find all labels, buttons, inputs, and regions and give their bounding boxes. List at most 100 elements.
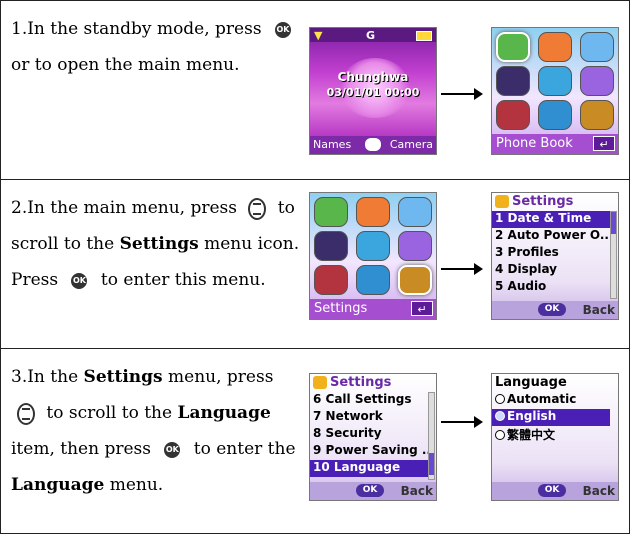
camera-icon[interactable] [538,66,572,96]
list-item[interactable]: 2 Auto Power O... [492,228,610,245]
language-option-label: 繁體中文 [507,428,556,442]
messages-icon[interactable] [356,197,390,227]
list-softbar: OK Back [310,482,436,500]
scrollbar-thumb[interactable] [429,453,434,475]
step-2-text-d: to enter this menu. [95,270,266,290]
arrow-icon [441,263,483,275]
list-item[interactable]: 9 Power Saving ... [310,443,428,460]
scrollbar[interactable] [428,392,435,480]
list-item[interactable]: 10 Language [310,460,428,477]
step-1-text-b: or to open the main menu. [11,55,240,75]
list-item[interactable]: 4 Display [492,262,610,279]
settings-icon [313,376,327,389]
main-menu-screen: Phone Book ↵ [491,27,619,155]
language-title: Language [495,375,567,390]
date-time: 03/01/01 00:00 [326,86,420,99]
phone-book-icon[interactable] [496,32,530,62]
step-1-text-a: 1.In the standby mode, press [11,19,267,39]
operator-name: Chunghwa [337,70,409,84]
softkey-camera[interactable]: Camera [390,138,433,151]
list-item[interactable]: 7 Network [310,409,428,426]
back-softkey[interactable]: Back [583,484,615,498]
step-3-bold-3: Language [11,475,105,495]
language-screen: Language Automatic English 繁體中文 OK Back [491,373,619,501]
radio-selected-icon [495,411,505,421]
settings-title: Settings [512,194,574,209]
list-item[interactable]: 3 Profiles [492,245,610,262]
step-3-text-c: to scroll to the [41,403,178,423]
nav-key-icon [17,402,35,425]
toolbox-icon[interactable] [496,100,530,130]
scrollbar-thumb[interactable] [611,212,616,234]
scrollbar[interactable] [610,211,617,299]
radio-icon [495,394,505,404]
menu-softbar: Phone Book ↵ [492,134,618,154]
settings-list-screen: Settings 1 Date & Time 2 Auto Power O...… [491,192,619,320]
internet-icon[interactable] [538,100,572,130]
step-3-text-b: menu, press [162,367,274,387]
settings-list-screen-2: Settings 6 Call Settings 7 Network 8 Sec… [309,373,437,501]
standby-screen: ▼ G Chunghwa 03/01/01 00:00 Names Camera [309,27,437,155]
menu-key-icon[interactable] [365,138,381,151]
step-3-bold-2: Language [177,403,271,423]
step-2-bold: Settings [119,234,199,254]
language-option[interactable]: English [492,409,610,426]
back-softkey[interactable]: Back [583,303,615,317]
step-2-text: 2.In the main menu, press to scroll to t… [11,190,301,298]
nav-key-icon [248,197,267,220]
ok-softkey[interactable]: OK [356,484,384,497]
language-option[interactable]: Automatic [492,392,610,409]
step-3-bold-1: Settings [83,367,163,387]
step-2-text-a: 2.In the main menu, press [11,198,243,218]
settings-header: Settings [492,193,618,211]
camera-icon[interactable] [356,231,390,261]
step-3-text: 3.In the Settings menu, press to scroll … [11,359,301,503]
list-item[interactable]: 8 Security [310,426,428,443]
settings-header: Settings [310,374,436,392]
network-indicator: G [366,29,376,42]
menu-item-label: Settings [314,301,368,316]
media-icon[interactable] [580,66,614,96]
settings-icon[interactable] [398,265,432,295]
games-icon[interactable] [314,231,348,261]
main-menu-settings-screen: Settings ↵ [309,192,437,320]
ok-key-icon: OK [164,441,181,458]
step-1-row: 1.In the standby mode, press OK or to op… [1,1,629,180]
ok-softkey[interactable]: OK [538,303,566,316]
list-softbar: OK Back [492,301,618,319]
toolbox-icon[interactable] [314,265,348,295]
step-3-row: 3.In the Settings menu, press to scroll … [1,349,629,533]
signal-icon: ▼ [314,29,323,42]
list-item[interactable]: 1 Date & Time [492,211,610,228]
settings-title: Settings [330,375,392,390]
back-icon[interactable]: ↵ [593,136,615,151]
back-icon[interactable]: ↵ [411,301,433,316]
settings-icon[interactable] [580,100,614,130]
arrow-icon [441,88,483,100]
list-item[interactable]: 5 Audio [492,279,610,296]
messages-icon[interactable] [538,32,572,62]
menu-softbar: Settings ↵ [310,299,436,319]
media-icon[interactable] [398,231,432,261]
back-softkey[interactable]: Back [401,484,433,498]
email-icon[interactable] [580,32,614,62]
arrow-icon [441,416,483,428]
instruction-page: 1.In the standby mode, press OK or to op… [0,0,630,534]
settings-icon [495,195,509,208]
phone-book-icon[interactable] [314,197,348,227]
step-3-text-f: menu. [104,475,164,495]
step-1-text: 1.In the standby mode, press OK or to op… [11,11,301,83]
ok-softkey[interactable]: OK [538,484,566,497]
standby-softkeys: Names Camera [310,136,436,154]
games-icon[interactable] [496,66,530,96]
email-icon[interactable] [398,197,432,227]
language-option[interactable]: 繁體中文 [492,426,610,443]
list-item[interactable]: 6 Call Settings [310,392,428,409]
ok-key-icon: OK [71,272,88,289]
language-header: Language [492,374,618,392]
step-3-text-d: item, then press [11,439,157,459]
internet-icon[interactable] [356,265,390,295]
language-option-label: English [507,409,557,423]
softkey-names[interactable]: Names [313,138,351,151]
step-3-text-a: 3.In the [11,367,84,387]
